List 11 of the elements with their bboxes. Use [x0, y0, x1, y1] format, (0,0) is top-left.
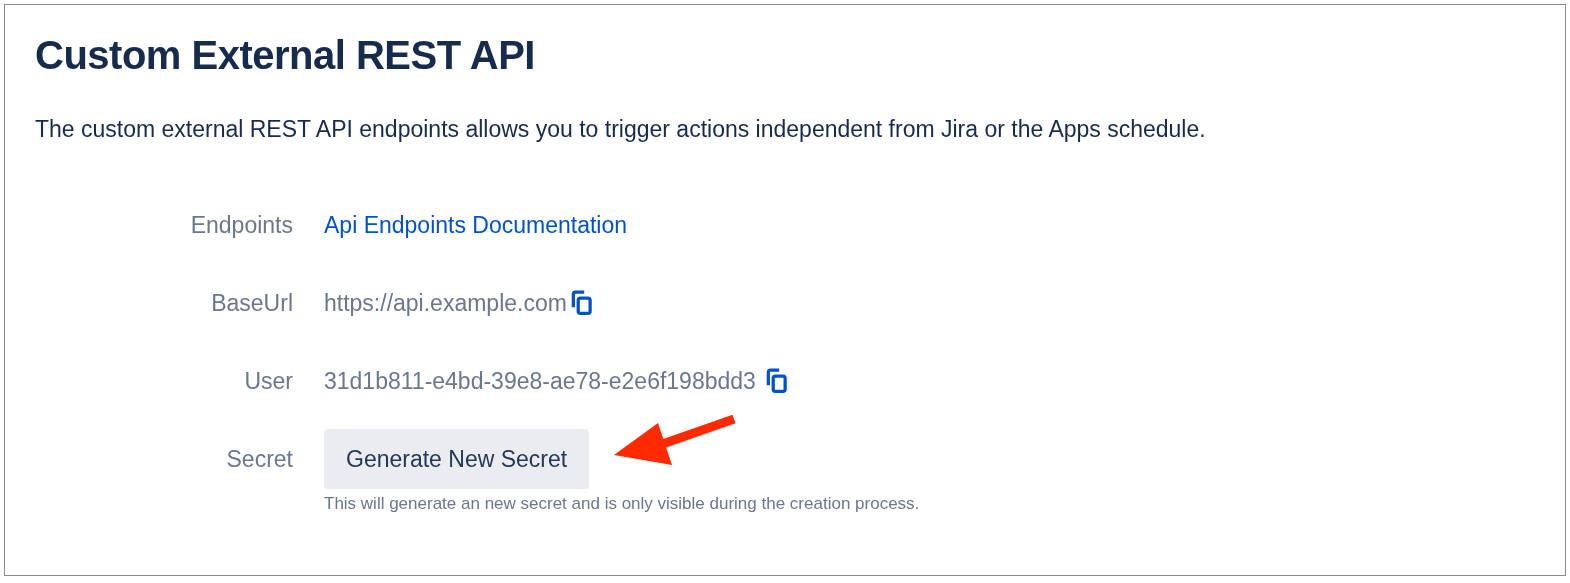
- description: The custom external REST API endpoints allows you to trigger actions independent from Jira or the Apps schedule.: [35, 115, 1206, 144]
- field-value: 31d1b811-e4bd-39e8-ae78-e2e6f198bdd3: [324, 367, 757, 395]
- generate-secret-button[interactable]: Generate New Secret: [324, 429, 590, 489]
- field-value: https://api.example.com: [324, 289, 567, 317]
- field-label: BaseUrl: [211, 289, 293, 318]
- hint-text: This will generate an new secret and is only visible during the creation process.: [324, 494, 920, 514]
- field-label: User: [244, 367, 293, 396]
- page-title: Custom External REST API: [35, 32, 535, 79]
- field-label: Secret: [226, 445, 293, 474]
- documentation-link[interactable]: Api Endpoints Documentation: [324, 211, 628, 239]
- field-label: Endpoints: [190, 211, 293, 240]
